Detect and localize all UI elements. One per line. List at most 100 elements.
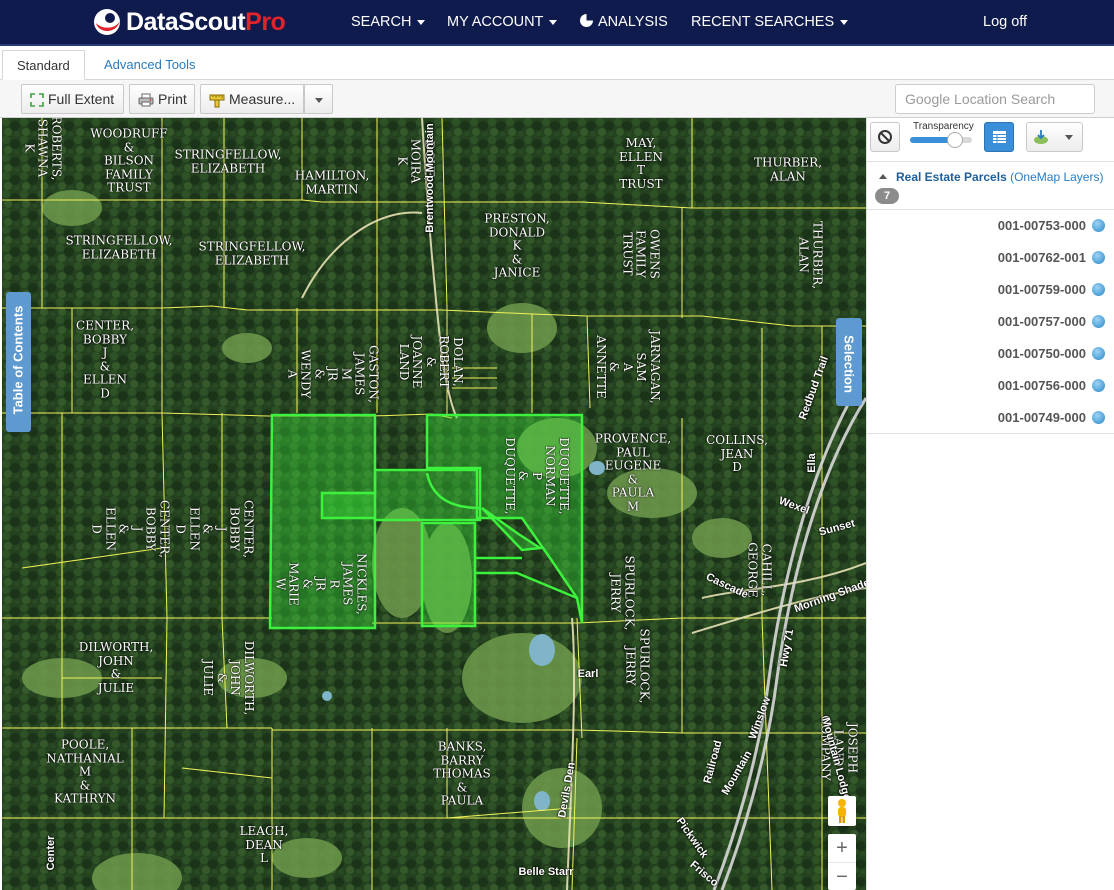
print-button[interactable]: Print (129, 84, 195, 114)
parcel-owner-label: PROVENCE, PAUL EUGENE & PAULA M (594, 431, 672, 513)
chevron-down-icon (549, 19, 558, 25)
parcel-owner-label: DOLAN, ROBERT & JOANNE LAND (396, 335, 465, 389)
map-view[interactable]: ROBERTS, SHAWNA K WOODRUFF & BILSON FAMIL… (2, 118, 866, 890)
parcel-owner-label: BANKS, BARRY THOMAS & PAULA (433, 739, 491, 808)
clear-selection-button[interactable] (870, 122, 900, 152)
datascout-logo[interactable]: DataScoutPro (90, 6, 286, 38)
parcel-owner-label: POOLE, NATHANIAL M & KATHRYN (46, 737, 124, 806)
no-entry-icon (878, 130, 892, 144)
top-navbar: DataScoutPro SEARCH MY ACCOUNT ANALYSIS … (0, 0, 1114, 46)
zoom-in-button[interactable]: + (828, 834, 856, 862)
measure-label: Measure... (229, 91, 296, 107)
info-bubble-icon[interactable] (1092, 283, 1105, 296)
parcel-id[interactable]: 001-00749-000 (998, 410, 1086, 425)
transparency-slider-thumb[interactable] (946, 132, 963, 148)
layer-results-panel: Transparency Real Estate Parcels (OneMap… (866, 118, 1114, 890)
nav-recent-searches-menu[interactable]: RECENT SEARCHES (691, 0, 849, 44)
parcel-list-item[interactable]: 001-00756-000 (867, 370, 1114, 402)
parcel-list-item[interactable]: 001-00762-001 (867, 242, 1114, 274)
parcel-owner-label: JARNAGAN, SAM A & ANNETTE (593, 330, 662, 404)
chevron-down-icon (1065, 135, 1073, 140)
download-globe-icon (1034, 130, 1048, 144)
pie-chart-icon (580, 14, 593, 27)
logoff-link[interactable]: Log off (983, 0, 1027, 44)
transparency-label: Transparency (913, 121, 974, 132)
parcel-owner-label: STRINGFELLOW, ELIZABETH (65, 233, 173, 261)
selection-tab[interactable]: Selection (836, 318, 862, 406)
parcel-owner-label: THURBER, ALAN (797, 220, 825, 290)
export-button[interactable] (1026, 122, 1083, 152)
info-bubble-icon[interactable] (1092, 347, 1105, 360)
ruler-icon (209, 94, 225, 108)
parcel-owner-label: LEACH, DEAN L (239, 823, 289, 865)
info-bubble-icon[interactable] (1092, 379, 1105, 392)
table-of-contents-tab[interactable]: Table of Contents (6, 292, 31, 432)
google-location-search-input[interactable] (895, 84, 1095, 114)
parcel-list-item[interactable]: 001-00750-000 (867, 338, 1114, 370)
table-icon (993, 131, 1006, 143)
parcel-owner-label: NICKLES, JAMES R JR & MARIE W (273, 553, 369, 615)
parcel-owner-label: SPURLOCK, JERRY (609, 555, 637, 631)
road-name-label: Ella (806, 453, 818, 473)
layer-header: Real Estate Parcels (OneMap Layers) 7 (867, 162, 1114, 210)
parcel-owner-label: MAY, ELLEN T TRUST (619, 136, 663, 191)
logo-swoosh-icon (94, 9, 120, 35)
print-label: Print (158, 91, 187, 107)
info-bubble-icon[interactable] (1092, 219, 1105, 232)
layer-title[interactable]: Real Estate Parcels (OneMap Layers) (896, 170, 1103, 184)
info-bubble-icon[interactable] (1092, 315, 1105, 328)
chevron-down-icon (314, 97, 323, 103)
parcel-owner-label: DILWORTH, JOHN & JULIE (201, 640, 257, 716)
measure-dropdown-button[interactable] (304, 84, 333, 114)
printer-icon (138, 93, 154, 107)
parcel-id[interactable]: 001-00756-000 (998, 378, 1086, 393)
table-of-contents-label: Table of Contents (10, 305, 26, 415)
nav-analysis[interactable]: ANALYSIS (580, 0, 668, 44)
road-name-label: Center (45, 835, 57, 871)
measure-button[interactable]: Measure... (200, 84, 304, 114)
road-name-label: Earl (577, 668, 599, 680)
parcel-owner-label: STRINGFELLOW, ELIZABETH (198, 239, 306, 267)
parcel-id[interactable]: 001-00757-000 (998, 314, 1086, 329)
map-toolbar: Full Extent Print Measure... (0, 80, 1114, 118)
chevron-down-icon (840, 19, 849, 25)
parcel-owner-label: WOODRUFF & BILSON FAMILY TRUST (90, 126, 168, 195)
parcel-owner-label: DUQUETTE, NORMAN P & DUQUETTE, (502, 437, 571, 515)
full-extent-button[interactable]: Full Extent (21, 84, 124, 114)
parcel-owner-label: HAMILTON, MARTIN (294, 168, 370, 196)
nav-my-account-menu[interactable]: MY ACCOUNT (447, 0, 558, 44)
parcel-id[interactable]: 001-00762-001 (998, 250, 1086, 265)
parcel-owner-label: PRESTON, DONALD K & JANICE (484, 211, 550, 280)
parcel-owner-label: DILWORTH, JOHN & JULIE (78, 640, 154, 695)
parcel-id[interactable]: 001-00750-000 (998, 346, 1086, 361)
parcel-list-item[interactable]: 001-00753-000 (867, 210, 1114, 242)
parcel-owner-label: GASTON, JAMES M JR & WENDY A (285, 345, 381, 403)
zoom-out-button[interactable]: − (828, 862, 856, 890)
street-view-pegman-icon[interactable] (828, 796, 856, 826)
info-bubble-icon[interactable] (1092, 411, 1105, 424)
parcel-owner-label: STRINGFELLOW, ELIZABETH (174, 147, 282, 175)
transparency-slider[interactable] (910, 132, 972, 148)
selection-label: Selection (841, 335, 857, 393)
parcel-owner-label: ROBERTS, SHAWNA K (22, 118, 64, 181)
parcel-list-item[interactable]: 001-00749-000 (867, 402, 1114, 434)
road-name-label: Belle Starr (518, 866, 574, 878)
tab-advanced-tools[interactable]: Advanced Tools (90, 50, 210, 80)
parcel-list-item[interactable]: 001-00759-000 (867, 274, 1114, 306)
parcel-owner-label: CENTER, BOBBY J & ELLEN D (90, 499, 172, 559)
collapse-caret-icon[interactable] (879, 174, 887, 179)
parcel-owner-label: CENTER, BOBBY J & ELLEN D (75, 318, 135, 400)
full-extent-label: Full Extent (48, 91, 115, 107)
info-bubble-icon[interactable] (1092, 251, 1105, 264)
pegman-figure-icon (838, 799, 846, 823)
parcel-owner-label: SPURLOCK, JERRY (624, 628, 652, 704)
parcel-id[interactable]: 001-00753-000 (998, 218, 1086, 233)
parcel-list-item[interactable]: 001-00757-000 (867, 306, 1114, 338)
chevron-down-icon (417, 19, 426, 25)
attribute-table-button[interactable] (984, 122, 1014, 152)
parcel-id[interactable]: 001-00759-000 (998, 282, 1086, 297)
parcel-owner-label: THURBER, ALAN (753, 155, 823, 183)
logo-text: DataScoutPro (126, 7, 286, 36)
nav-search-menu[interactable]: SEARCH (351, 0, 426, 44)
tab-standard[interactable]: Standard (2, 50, 85, 80)
